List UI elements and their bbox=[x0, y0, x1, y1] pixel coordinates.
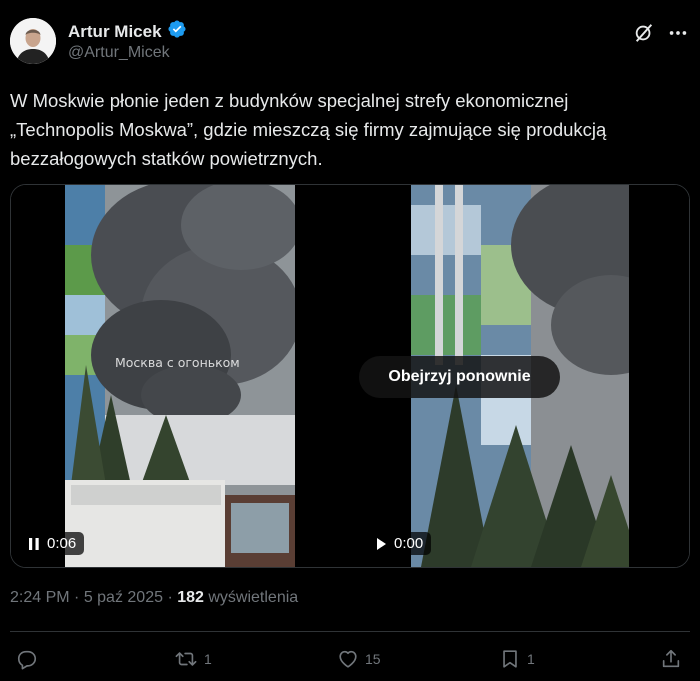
video-player-2[interactable]: Obejrzyj ponownie 0:00 bbox=[351, 185, 689, 567]
tweet-time[interactable]: 2:24 PM bbox=[10, 589, 70, 606]
tweet-text-line-2: „Technopolis Moskwa”, gdzie mieszczą się… bbox=[10, 119, 607, 140]
retweet-count: 1 bbox=[204, 651, 212, 667]
views-count: 182 bbox=[177, 589, 204, 606]
more-button[interactable] bbox=[664, 19, 692, 47]
meta-separator-2: · bbox=[163, 589, 178, 606]
share-button[interactable] bbox=[660, 646, 682, 672]
video-1-time: 0:06 bbox=[47, 535, 77, 552]
grok-icon bbox=[635, 24, 653, 42]
author-name[interactable]: Artur Micek bbox=[68, 19, 187, 44]
video-player-1[interactable]: Москва с огоньком 0:06 bbox=[11, 185, 349, 567]
author-handle[interactable]: @Artur_Micek bbox=[68, 44, 170, 62]
author-name-text: Artur Micek bbox=[68, 21, 162, 41]
bookmark-count: 1 bbox=[527, 651, 535, 667]
play-icon bbox=[377, 537, 386, 550]
more-icon bbox=[669, 31, 687, 35]
tweet: Artur Micek @Artur_Micek W Moskwie płoni… bbox=[0, 0, 700, 681]
avatar[interactable] bbox=[10, 18, 56, 64]
views-label: wyświetlenia bbox=[203, 589, 299, 606]
media-grid: Москва с огоньком 0:06 Obejrzyj ponownie… bbox=[10, 184, 690, 568]
tweet-meta: 2:24 PM · 5 paź 2025 · 182 wyświetlenia bbox=[10, 589, 298, 607]
video-1-time-pill[interactable]: 0:06 bbox=[20, 532, 85, 555]
avatar-photo bbox=[10, 18, 56, 64]
bookmark-icon bbox=[503, 650, 517, 668]
video-2-time: 0:00 bbox=[394, 535, 424, 552]
video-2-time-pill[interactable]: 0:00 bbox=[367, 532, 432, 555]
reply-icon bbox=[17, 650, 37, 670]
like-button[interactable]: 15 bbox=[337, 646, 381, 672]
retweet-button[interactable]: 1 bbox=[174, 646, 212, 672]
reply-button[interactable] bbox=[16, 646, 44, 672]
tweet-text: W Moskwie płonie jeden z budynków specja… bbox=[10, 86, 690, 173]
grok-button[interactable] bbox=[630, 19, 658, 47]
pause-icon bbox=[29, 537, 39, 550]
video-1-frame bbox=[11, 185, 349, 567]
divider bbox=[10, 631, 690, 632]
like-count: 15 bbox=[365, 651, 381, 667]
share-icon bbox=[662, 649, 680, 668]
retweet-icon bbox=[175, 652, 197, 666]
tweet-text-line-3: bezzałogowych statków powietrznych. bbox=[10, 148, 323, 169]
like-icon bbox=[339, 650, 357, 668]
replay-button[interactable]: Obejrzyj ponownie bbox=[359, 356, 560, 398]
meta-separator: · bbox=[69, 589, 84, 606]
verified-badge-icon bbox=[167, 19, 187, 44]
bookmark-button[interactable]: 1 bbox=[499, 646, 535, 672]
video-watermark: Москва с огоньком bbox=[115, 355, 240, 370]
tweet-date[interactable]: 5 paź 2025 bbox=[84, 589, 163, 606]
tweet-text-line-1: W Moskwie płonie jeden z budynków specja… bbox=[10, 90, 569, 111]
